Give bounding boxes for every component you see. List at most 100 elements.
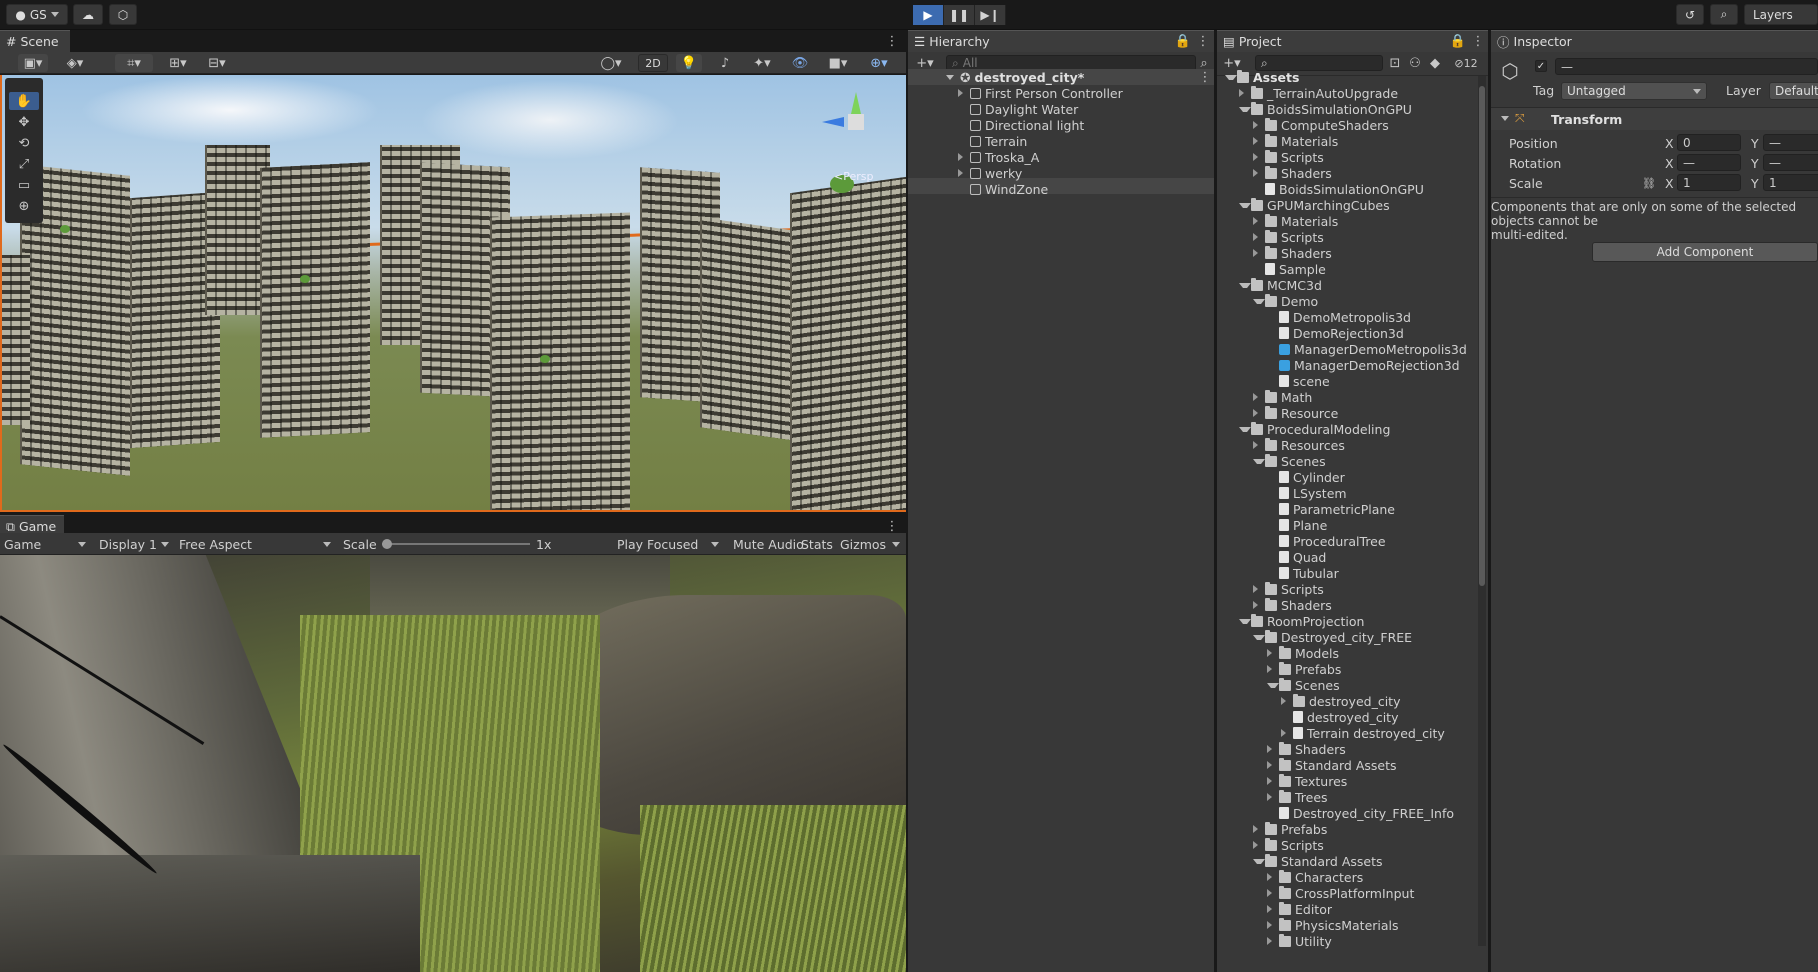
rect-tool-icon[interactable]: ▭	[9, 176, 39, 194]
project-tree-item[interactable]: ManagerDemoMetropolis3d	[1267, 341, 1467, 357]
expand-arrow-icon[interactable]	[1253, 233, 1265, 241]
collapse-arrow-icon[interactable]	[1225, 74, 1237, 80]
scale-slider[interactable]	[382, 539, 530, 549]
layers-dropdown[interactable]: Layers	[1744, 4, 1818, 25]
expand-arrow-icon[interactable]	[1253, 825, 1265, 833]
project-tree-item[interactable]: destroyed_city	[1281, 709, 1398, 725]
search-button[interactable]: ⌕	[1710, 4, 1738, 25]
game-menu-icon[interactable]: ⋮	[884, 518, 900, 534]
project-tree-item[interactable]: _TerrainAutoUpgrade	[1239, 85, 1398, 101]
expand-arrow-icon[interactable]	[1239, 89, 1251, 97]
expand-arrow-icon[interactable]	[1253, 249, 1265, 257]
expand-arrow-icon[interactable]	[1253, 601, 1265, 609]
tab-hierarchy[interactable]: ☰ Hierarchy	[908, 30, 1214, 52]
scrollbar-thumb[interactable]	[1479, 86, 1485, 586]
project-tree-item[interactable]: ComputeShaders	[1253, 117, 1389, 133]
collapse-arrow-icon[interactable]	[1239, 202, 1251, 208]
project-tree-item[interactable]: Utility	[1267, 933, 1332, 949]
collapse-arrow-icon[interactable]	[1267, 682, 1279, 688]
audio-icon[interactable]: ♪	[712, 54, 738, 72]
expand-arrow-icon[interactable]	[1253, 217, 1265, 225]
project-tree-item[interactable]: Scripts	[1253, 149, 1324, 165]
hierarchy-item[interactable]: Troska_A	[958, 149, 1039, 165]
transform-header[interactable]: ⤧ Transform	[1491, 108, 1818, 130]
project-tree-item[interactable]: GPUMarchingCubes	[1239, 197, 1390, 213]
project-tree-item[interactable]: Materials	[1253, 133, 1338, 149]
collapse-arrow-icon[interactable]	[1239, 106, 1251, 112]
hierarchy-item[interactable]: WindZone	[958, 181, 1048, 197]
tab-scene[interactable]: # Scene	[0, 30, 70, 52]
position-y-field[interactable]: —	[1763, 134, 1818, 151]
expand-arrow-icon[interactable]	[1267, 761, 1279, 769]
collapse-arrow-icon[interactable]	[1253, 858, 1265, 864]
project-tree-item[interactable]: Cylinder	[1267, 469, 1345, 485]
lighting-icon[interactable]: 💡	[676, 54, 702, 72]
expand-arrow-icon[interactable]	[1253, 585, 1265, 593]
lock-icon[interactable]: 🔒	[1175, 33, 1191, 49]
project-tree-item[interactable]: Shaders	[1253, 165, 1332, 181]
move-tool-icon[interactable]: ✥	[9, 113, 39, 131]
mute-audio-toggle[interactable]: Mute Audio	[733, 536, 804, 552]
expand-arrow-icon[interactable]	[958, 169, 970, 177]
cloud-button[interactable]: ☁	[73, 4, 103, 25]
layer-dropdown[interactable]: Default	[1769, 82, 1818, 100]
project-tree-item[interactable]: Assets	[1225, 69, 1299, 85]
project-tree-item[interactable]: Standard Assets	[1253, 853, 1383, 869]
project-menu-icon[interactable]: ⋮	[1471, 33, 1485, 49]
project-tree-item[interactable]: Shaders	[1253, 597, 1332, 613]
expand-arrow-icon[interactable]	[1253, 841, 1265, 849]
gizmos-icon[interactable]: ⊕▾	[862, 54, 896, 72]
project-tree-item[interactable]: Editor	[1267, 901, 1332, 917]
project-tree-item[interactable]: BoidsSimulationOnGPU	[1239, 101, 1412, 117]
expand-arrow-icon[interactable]	[1253, 169, 1265, 177]
collapse-arrow-icon[interactable]	[1253, 458, 1265, 464]
expand-arrow-icon[interactable]	[1267, 905, 1279, 913]
scale-x-field[interactable]: 1	[1677, 174, 1741, 191]
hierarchy-item[interactable]: Terrain	[958, 133, 1027, 149]
project-tree-item[interactable]: Terrain destroyed_city	[1281, 725, 1445, 741]
search-by-label-icon[interactable]: ⚇	[1407, 55, 1423, 71]
project-tree-item[interactable]: Characters	[1267, 869, 1363, 885]
expand-arrow-icon[interactable]	[1281, 697, 1293, 705]
add-component-button[interactable]: Add Component	[1592, 242, 1818, 262]
hidden-packages-counter[interactable]: ⊘ 12	[1447, 55, 1485, 71]
effects-icon[interactable]: ✦▾	[745, 54, 779, 72]
project-tree-item[interactable]: Quad	[1267, 549, 1326, 565]
project-tree-item[interactable]: CrossPlatformInput	[1267, 885, 1414, 901]
expand-arrow-icon[interactable]	[1267, 665, 1279, 673]
expand-arrow-icon[interactable]	[1267, 937, 1279, 945]
project-tree-item[interactable]: BoidsSimulationOnGPU	[1253, 181, 1424, 197]
expand-arrow-icon[interactable]	[1267, 873, 1279, 881]
expand-arrow-icon[interactable]	[1253, 137, 1265, 145]
hierarchy-menu-icon[interactable]: ⋮	[1196, 33, 1210, 49]
project-tree-item[interactable]: Shaders	[1267, 741, 1346, 757]
project-tree-item[interactable]: ManagerDemoRejection3d	[1267, 357, 1460, 373]
name-field[interactable]: —	[1555, 58, 1818, 75]
project-tree-item[interactable]: Scenes	[1267, 677, 1340, 693]
project-tree-item[interactable]: Materials	[1253, 213, 1338, 229]
search-by-type-icon[interactable]: ⊡	[1387, 55, 1403, 71]
expand-arrow-icon[interactable]	[1253, 121, 1265, 129]
project-tree-item[interactable]: MCMC3d	[1239, 277, 1322, 293]
project-tree-item[interactable]: Prefabs	[1253, 821, 1327, 837]
draw-mode-icon[interactable]: ▣▾	[18, 54, 48, 72]
scene-root-item[interactable]: ✪ destroyed_city*	[946, 69, 1206, 85]
expand-arrow-icon[interactable]	[958, 89, 970, 97]
grid-snap-icon[interactable]: ⌗▾	[115, 54, 153, 72]
expand-arrow-icon[interactable]	[1281, 729, 1293, 737]
pause-button[interactable]: ❚❚	[944, 5, 975, 25]
hierarchy-item[interactable]: Directional light	[958, 117, 1084, 133]
project-tree-item[interactable]: PhysicsMaterials	[1267, 917, 1399, 933]
project-tree-item[interactable]: Math	[1253, 389, 1312, 405]
expand-arrow-icon[interactable]	[1267, 921, 1279, 929]
tag-dropdown[interactable]: Untagged	[1561, 82, 1707, 100]
project-tree-item[interactable]: Destroyed_city_FREE_Info	[1267, 805, 1454, 821]
project-tree-item[interactable]: ParametricPlane	[1267, 501, 1395, 517]
expand-arrow-icon[interactable]	[1267, 793, 1279, 801]
display-dropdown[interactable]: Display 1	[99, 536, 171, 552]
2d-toggle[interactable]: 2D	[638, 54, 668, 72]
project-tree-item[interactable]: Scripts	[1253, 229, 1324, 245]
hidden-objects-icon[interactable]: 👁	[787, 54, 813, 72]
game-view-dropdown[interactable]: Game	[4, 536, 88, 552]
project-tree-item[interactable]: Tubular	[1267, 565, 1339, 581]
